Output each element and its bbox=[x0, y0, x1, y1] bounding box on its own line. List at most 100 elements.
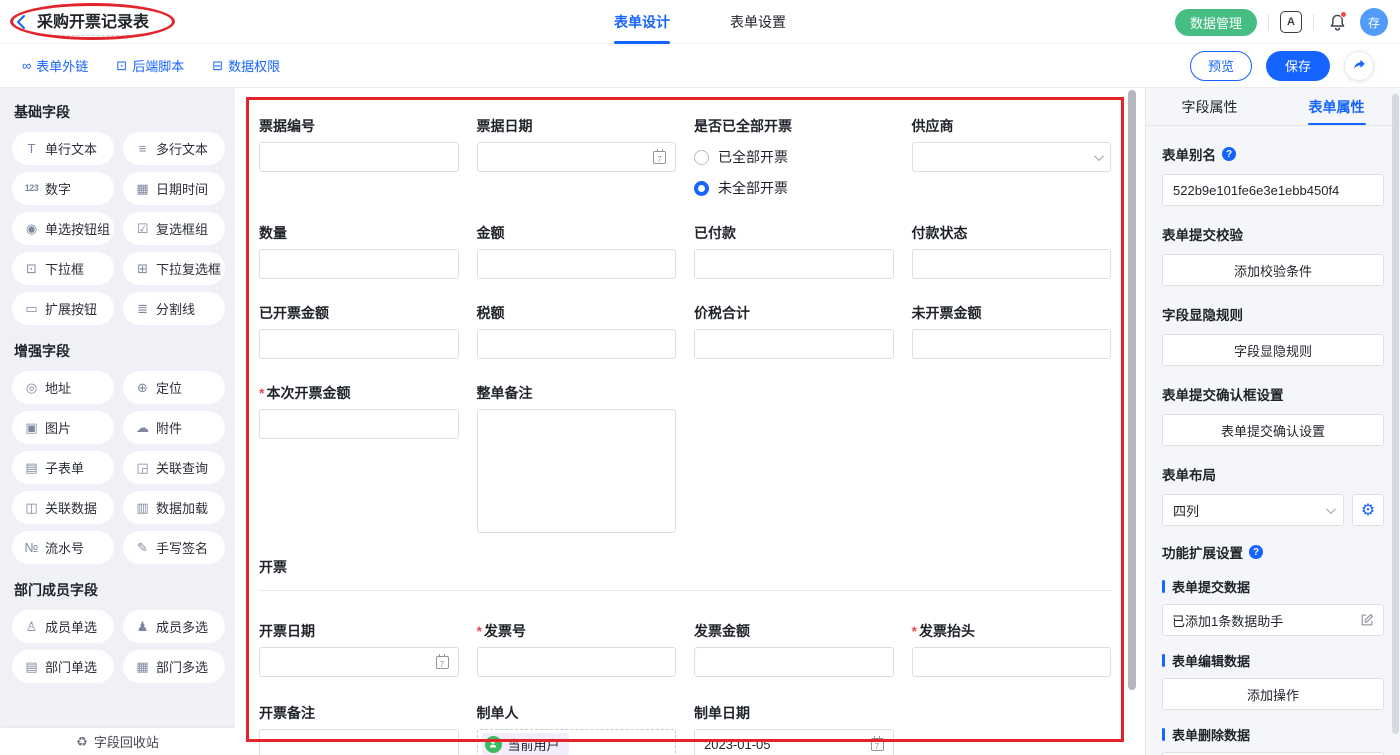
field-type-linked-data[interactable]: ◫关联数据 bbox=[12, 491, 114, 524]
field-type-single-line-text[interactable]: T单行文本 bbox=[12, 132, 114, 165]
field-type-member-single[interactable]: ♙成员单选 bbox=[12, 610, 114, 643]
add-validation-button[interactable]: 添加校验条件 bbox=[1162, 254, 1384, 286]
share-button[interactable] bbox=[1344, 51, 1374, 81]
tab-form-design[interactable]: 表单设计 bbox=[614, 0, 670, 44]
field-type-extension-button[interactable]: ▭扩展按钮 bbox=[12, 292, 114, 325]
uninvoiced-amount-input[interactable] bbox=[912, 329, 1112, 359]
submit-confirm-button[interactable]: 表单提交确认设置 bbox=[1162, 414, 1384, 446]
tax-inclusive-total-input[interactable] bbox=[694, 329, 894, 359]
field-type-divider[interactable]: ≣分割线 bbox=[123, 292, 225, 325]
tab-form-properties[interactable]: 表单属性 bbox=[1273, 88, 1400, 125]
edit-icon[interactable] bbox=[1360, 613, 1374, 627]
field-type-number[interactable]: 123数字 bbox=[12, 172, 114, 205]
bill-date-input[interactable]: 7 bbox=[477, 142, 677, 172]
field-type-department-multi[interactable]: ▦部门多选 bbox=[123, 650, 225, 683]
notification-bell-icon[interactable] bbox=[1325, 10, 1349, 34]
form-field-paid-amount[interactable]: 已付款 bbox=[694, 223, 894, 279]
data-manage-button[interactable]: 数据管理 bbox=[1175, 9, 1257, 36]
backend-script-action[interactable]: ⊡ 后端脚本 bbox=[116, 56, 184, 75]
field-type-data-load[interactable]: ▥数据加载 bbox=[123, 491, 225, 524]
field-type-checkbox-group[interactable]: ☑复选框组 bbox=[123, 212, 225, 245]
form-field-creator[interactable]: 制单人 当前用户 bbox=[477, 703, 677, 755]
page-title[interactable]: 采购开票记录表 bbox=[37, 8, 149, 36]
field-type-image[interactable]: ▣图片 bbox=[12, 411, 114, 444]
form-field-invoice-amount[interactable]: 发票金额 bbox=[694, 621, 894, 677]
help-icon[interactable]: ? bbox=[1222, 147, 1236, 161]
amount-input[interactable] bbox=[477, 249, 677, 279]
back-icon[interactable] bbox=[14, 13, 30, 31]
form-field-invoice-remark[interactable]: 开票备注 bbox=[259, 703, 459, 755]
field-type-subform[interactable]: ▤子表单 bbox=[12, 451, 114, 484]
field-type-department-single[interactable]: ▤部门单选 bbox=[12, 650, 114, 683]
form-field-invoice-date[interactable]: 开票日期 7 bbox=[259, 621, 459, 677]
layout-settings-button[interactable]: ⚙ bbox=[1352, 494, 1384, 526]
order-remark-textarea[interactable] bbox=[477, 409, 677, 533]
tax-amount-input[interactable] bbox=[477, 329, 677, 359]
field-visibility-button[interactable]: 字段显隐规则 bbox=[1162, 334, 1384, 366]
form-alias-input[interactable]: 522b9e101fe6e3e1ebb450f4 bbox=[1162, 174, 1384, 206]
form-field-invoiced-amount[interactable]: 已开票金额 bbox=[259, 303, 459, 359]
field-type-serial-number[interactable]: №流水号 bbox=[12, 531, 114, 564]
help-icon[interactable]: ? bbox=[1249, 545, 1263, 559]
form-field-tax-inclusive-total[interactable]: 价税合计 bbox=[694, 303, 894, 359]
invoice-title-input[interactable] bbox=[912, 647, 1112, 677]
tab-field-properties[interactable]: 字段属性 bbox=[1146, 88, 1273, 125]
invoiced-amount-input[interactable] bbox=[259, 329, 459, 359]
form-field-quantity[interactable]: 数量 bbox=[259, 223, 459, 279]
bill-number-input[interactable] bbox=[259, 142, 459, 172]
radio-option-not-fully-invoiced[interactable]: 未全部开票 bbox=[694, 178, 894, 198]
edit-data-add-action-button[interactable]: 添加操作 bbox=[1162, 678, 1384, 710]
form-divider-invoice[interactable]: 开票 bbox=[259, 557, 1111, 591]
creator-field[interactable]: 当前用户 bbox=[477, 729, 677, 755]
field-type-select[interactable]: ⊡下拉框 bbox=[12, 252, 114, 285]
field-recycle-bin[interactable]: ♻ 字段回收站 bbox=[0, 728, 235, 755]
submit-data-assistant-field[interactable]: 已添加1条数据助手 bbox=[1162, 604, 1384, 636]
current-user-tag[interactable]: 当前用户 bbox=[482, 733, 569, 755]
current-invoice-amount-input[interactable] bbox=[259, 409, 459, 439]
form-field-current-invoice-amount[interactable]: *本次开票金额 bbox=[259, 383, 459, 439]
form-field-uninvoiced-amount[interactable]: 未开票金额 bbox=[912, 303, 1112, 359]
form-field-amount[interactable]: 金额 bbox=[477, 223, 677, 279]
field-type-radio-group[interactable]: ◉单选按钮组 bbox=[12, 212, 114, 245]
form-field-supplier[interactable]: 供应商 bbox=[912, 116, 1112, 172]
invoice-number-input[interactable] bbox=[477, 647, 677, 677]
field-type-multi-line-text[interactable]: ≡多行文本 bbox=[123, 132, 225, 165]
data-permission-action[interactable]: ⊟ 数据权限 bbox=[212, 56, 280, 75]
form-layout-select[interactable]: 四列 bbox=[1162, 494, 1344, 526]
tab-form-settings[interactable]: 表单设置 bbox=[730, 0, 786, 44]
supplier-select[interactable] bbox=[912, 142, 1112, 172]
invoice-amount-input[interactable] bbox=[694, 647, 894, 677]
field-type-linked-query[interactable]: ◲关联查询 bbox=[123, 451, 225, 484]
form-field-order-remark[interactable]: 整单备注 bbox=[477, 383, 677, 533]
form-field-invoice-title[interactable]: *发票抬头 bbox=[912, 621, 1112, 677]
form-field-create-date[interactable]: 制单日期 2023-01-05 7 bbox=[694, 703, 894, 755]
create-date-input[interactable]: 2023-01-05 7 bbox=[694, 729, 894, 755]
field-type-datetime[interactable]: ▦日期时间 bbox=[123, 172, 225, 205]
form-field-bill-number[interactable]: 票据编号 bbox=[259, 116, 459, 172]
user-avatar[interactable]: 存 bbox=[1360, 8, 1388, 36]
external-link-action[interactable]: ∞ 表单外链 bbox=[22, 56, 88, 75]
page-scrollbar[interactable] bbox=[1392, 94, 1399, 734]
field-type-multi-select[interactable]: ⊞下拉复选框 bbox=[123, 252, 225, 285]
save-button[interactable]: 保存 bbox=[1266, 51, 1330, 81]
field-type-member-multi[interactable]: ♟成员多选 bbox=[123, 610, 225, 643]
field-type-location[interactable]: ⊕定位 bbox=[123, 371, 225, 404]
form-field-invoice-number[interactable]: *发票号 bbox=[477, 621, 677, 677]
field-type-signature[interactable]: ✎手写签名 bbox=[123, 531, 225, 564]
form-field-payment-status[interactable]: 付款状态 bbox=[912, 223, 1112, 279]
translate-icon[interactable]: A bbox=[1280, 11, 1302, 33]
preview-button[interactable]: 预览 bbox=[1190, 51, 1252, 81]
paid-amount-input[interactable] bbox=[694, 249, 894, 279]
form-field-bill-date[interactable]: 票据日期 7 bbox=[477, 116, 677, 172]
field-type-address[interactable]: ◎地址 bbox=[12, 371, 114, 404]
radio-option-fully-invoiced[interactable]: 已全部开票 bbox=[694, 147, 894, 167]
field-type-attachment[interactable]: ☁附件 bbox=[123, 411, 225, 444]
quantity-input[interactable] bbox=[259, 249, 459, 279]
invoice-date-input[interactable]: 7 bbox=[259, 647, 459, 677]
invoice-remark-input[interactable] bbox=[259, 729, 459, 755]
form-field-fully-invoiced[interactable]: 是否已全部开票 已全部开票 未全部开票 bbox=[694, 116, 894, 198]
canvas-scrollbar[interactable] bbox=[1128, 90, 1136, 690]
script-icon: ⊡ bbox=[116, 59, 127, 72]
payment-status-input[interactable] bbox=[912, 249, 1112, 279]
form-field-tax-amount[interactable]: 税额 bbox=[477, 303, 677, 359]
